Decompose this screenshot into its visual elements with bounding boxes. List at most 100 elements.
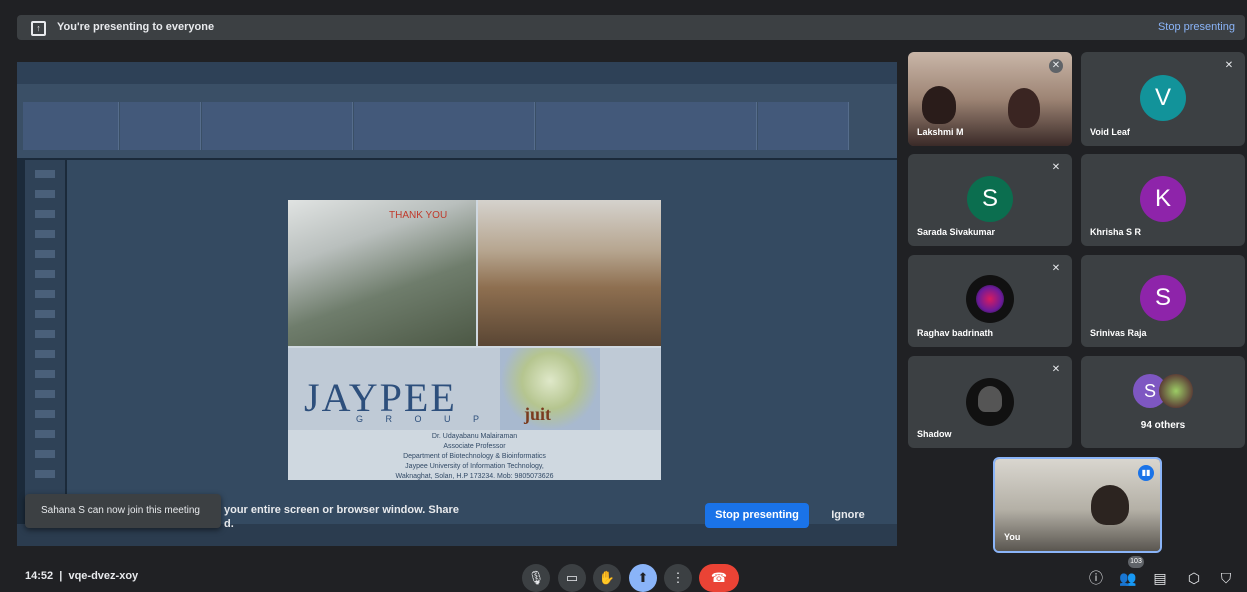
slide-thank-you: THANK YOU	[389, 210, 448, 221]
juit-logo: juit	[500, 348, 600, 430]
self-video-tile[interactable]: ▮▮ You	[993, 457, 1162, 553]
participant-tile-khrisha[interactable]: K Khrisha S R	[1081, 154, 1245, 246]
participant-tile-void-leaf[interactable]: V ✕ Void Leaf	[1081, 52, 1245, 146]
ignore-button[interactable]: Ignore	[824, 503, 872, 528]
presenting-banner-text: You're presenting to everyone	[57, 21, 215, 33]
participant-tile-others[interactable]: S 94 others	[1081, 356, 1245, 448]
meeting-time: 14:52	[25, 570, 54, 582]
participant-avatar: V	[1140, 75, 1186, 121]
juit-logo-text: juit	[524, 404, 551, 424]
others-count-label: 94 others	[1140, 420, 1186, 431]
hang-up-icon: ☎	[710, 570, 728, 585]
leave-call-button[interactable]: ☎	[699, 564, 739, 592]
current-slide: THANK YOU JAYPEE G R O U P juit Dr. Uday…	[288, 200, 661, 480]
camera-icon: ▭	[565, 570, 579, 585]
participant-tile-raghav[interactable]: ✕ Raghav badrinath	[908, 255, 1072, 347]
participant-name: Raghav badrinath	[917, 328, 994, 338]
mic-muted-icon: ✕	[1051, 162, 1061, 173]
participant-avatar: S	[967, 176, 1013, 222]
join-notification-toast: Sahana S can now join this meeting	[25, 494, 221, 528]
ribbon-group	[536, 102, 757, 150]
raise-hand-button[interactable]: ✋	[593, 564, 621, 592]
activities-icon: ⬡	[1187, 570, 1201, 586]
credit-line: Jaypee University of Information Technol…	[405, 463, 544, 470]
stop-presenting-button[interactable]: Stop presenting	[705, 503, 809, 528]
credit-line: Dr. Udayabanu Malairaman	[431, 433, 518, 440]
meeting-info: 14:52 | vqe-dvez-xoy	[25, 570, 138, 582]
camera-button[interactable]: ▭	[558, 564, 586, 592]
activities-button[interactable]: ⬡	[1184, 568, 1204, 588]
slide-thumbnail	[35, 190, 55, 198]
slide-thumbnail	[35, 470, 55, 478]
powerpoint-ribbon	[17, 62, 897, 158]
ribbon-group	[202, 102, 353, 150]
participant-tile-sarada[interactable]: S ✕ Sarada Sivakumar	[908, 154, 1072, 246]
participant-avatar: K	[1140, 176, 1186, 222]
participant-name: Srinivas Raja	[1090, 328, 1147, 338]
slide-thumbnail-panel	[25, 160, 65, 540]
participant-count-badge: 103	[1128, 556, 1144, 568]
slide-thumbnail	[35, 210, 55, 218]
slide-thumbnail	[35, 330, 55, 338]
participant-name: Sarada Sivakumar	[917, 227, 996, 237]
banner-stop-presenting-link[interactable]: Stop presenting	[1158, 21, 1235, 33]
self-figure	[1091, 485, 1129, 525]
mic-muted-icon: ✕	[1224, 60, 1234, 71]
participant-tile-srinivas[interactable]: S Srinivas Raja	[1081, 255, 1245, 347]
present-screen-icon: ↑	[31, 21, 46, 36]
participant-name: Lakshmi M	[917, 127, 964, 137]
info-icon: ⓘ	[1089, 570, 1103, 586]
speaking-indicator-icon: ▮▮	[1138, 465, 1154, 481]
slide-thumbnail	[35, 290, 55, 298]
presenting-banner: ↑ You're presenting to everyone Stop pre…	[17, 15, 1245, 40]
participant-avatar-image	[966, 275, 1014, 323]
shield-icon: ⛉	[1220, 570, 1232, 586]
microphone-button[interactable]: 🎙	[522, 564, 550, 592]
ribbon-group	[23, 102, 119, 150]
ribbon-group	[120, 102, 201, 150]
participant-avatar: S	[1140, 275, 1186, 321]
mic-muted-icon: ✕	[1051, 263, 1061, 274]
slide-thumbnail	[35, 310, 55, 318]
host-controls-button[interactable]: ⛉	[1216, 568, 1236, 588]
people-icon: 👥	[1119, 570, 1137, 586]
participant-name: Shadow	[917, 429, 952, 439]
chat-button[interactable]: ▤	[1150, 568, 1170, 588]
slide-thumbnail	[35, 170, 55, 178]
powerpoint-titlebar	[17, 62, 897, 84]
slide-thumbnail	[35, 410, 55, 418]
credit-line: Waknaghat, Solan, H.P 173234. Mob: 98050…	[395, 473, 554, 480]
join-notification-text: Sahana S can now join this meeting	[41, 505, 200, 516]
self-name: You	[1004, 532, 1021, 542]
ribbon-group	[758, 102, 849, 150]
share-warning-text: your entire screen or browser window. Sh…	[224, 503, 459, 531]
credit-line: Department of Biotechnology & Bioinforma…	[403, 453, 546, 460]
meeting-code[interactable]: vqe-dvez-xoy	[68, 570, 138, 582]
share-warning-line-1: your entire screen or browser window. Sh…	[224, 504, 459, 516]
microphone-icon: 🎙	[527, 570, 545, 585]
share-warning-line-2: d.	[224, 518, 234, 530]
avatar-graphic	[978, 386, 1002, 412]
avatar-graphic	[976, 285, 1004, 313]
present-screen-icon: ⬆	[637, 570, 649, 585]
mic-muted-icon: ✕	[1049, 59, 1063, 73]
participant-name: Khrisha S R	[1090, 227, 1142, 237]
shared-screen: THANK YOU JAYPEE G R O U P juit Dr. Uday…	[17, 62, 897, 546]
chat-icon: ▤	[1153, 570, 1167, 586]
participant-tile-shadow[interactable]: ✕ Shadow	[908, 356, 1072, 448]
more-options-button[interactable]: ⋮	[664, 564, 692, 592]
slide-thumbnail	[35, 390, 55, 398]
participant-tile-lakshmi[interactable]: ✕ Lakshmi M	[908, 52, 1072, 146]
participant-figure	[1008, 88, 1040, 128]
slide-thumbnail	[35, 270, 55, 278]
meeting-details-button[interactable]: ⓘ	[1086, 568, 1106, 588]
slide-photo-buildings	[288, 200, 476, 346]
people-button[interactable]: 👥	[1118, 568, 1138, 588]
slide-thumbnail	[35, 430, 55, 438]
present-button[interactable]: ⬆	[629, 564, 657, 592]
mic-muted-icon: ✕	[1051, 364, 1061, 375]
slide-thumbnail	[35, 230, 55, 238]
hand-icon: ✋	[598, 570, 616, 585]
participant-avatar-image	[1159, 374, 1193, 408]
slide-thumbnail	[35, 370, 55, 378]
